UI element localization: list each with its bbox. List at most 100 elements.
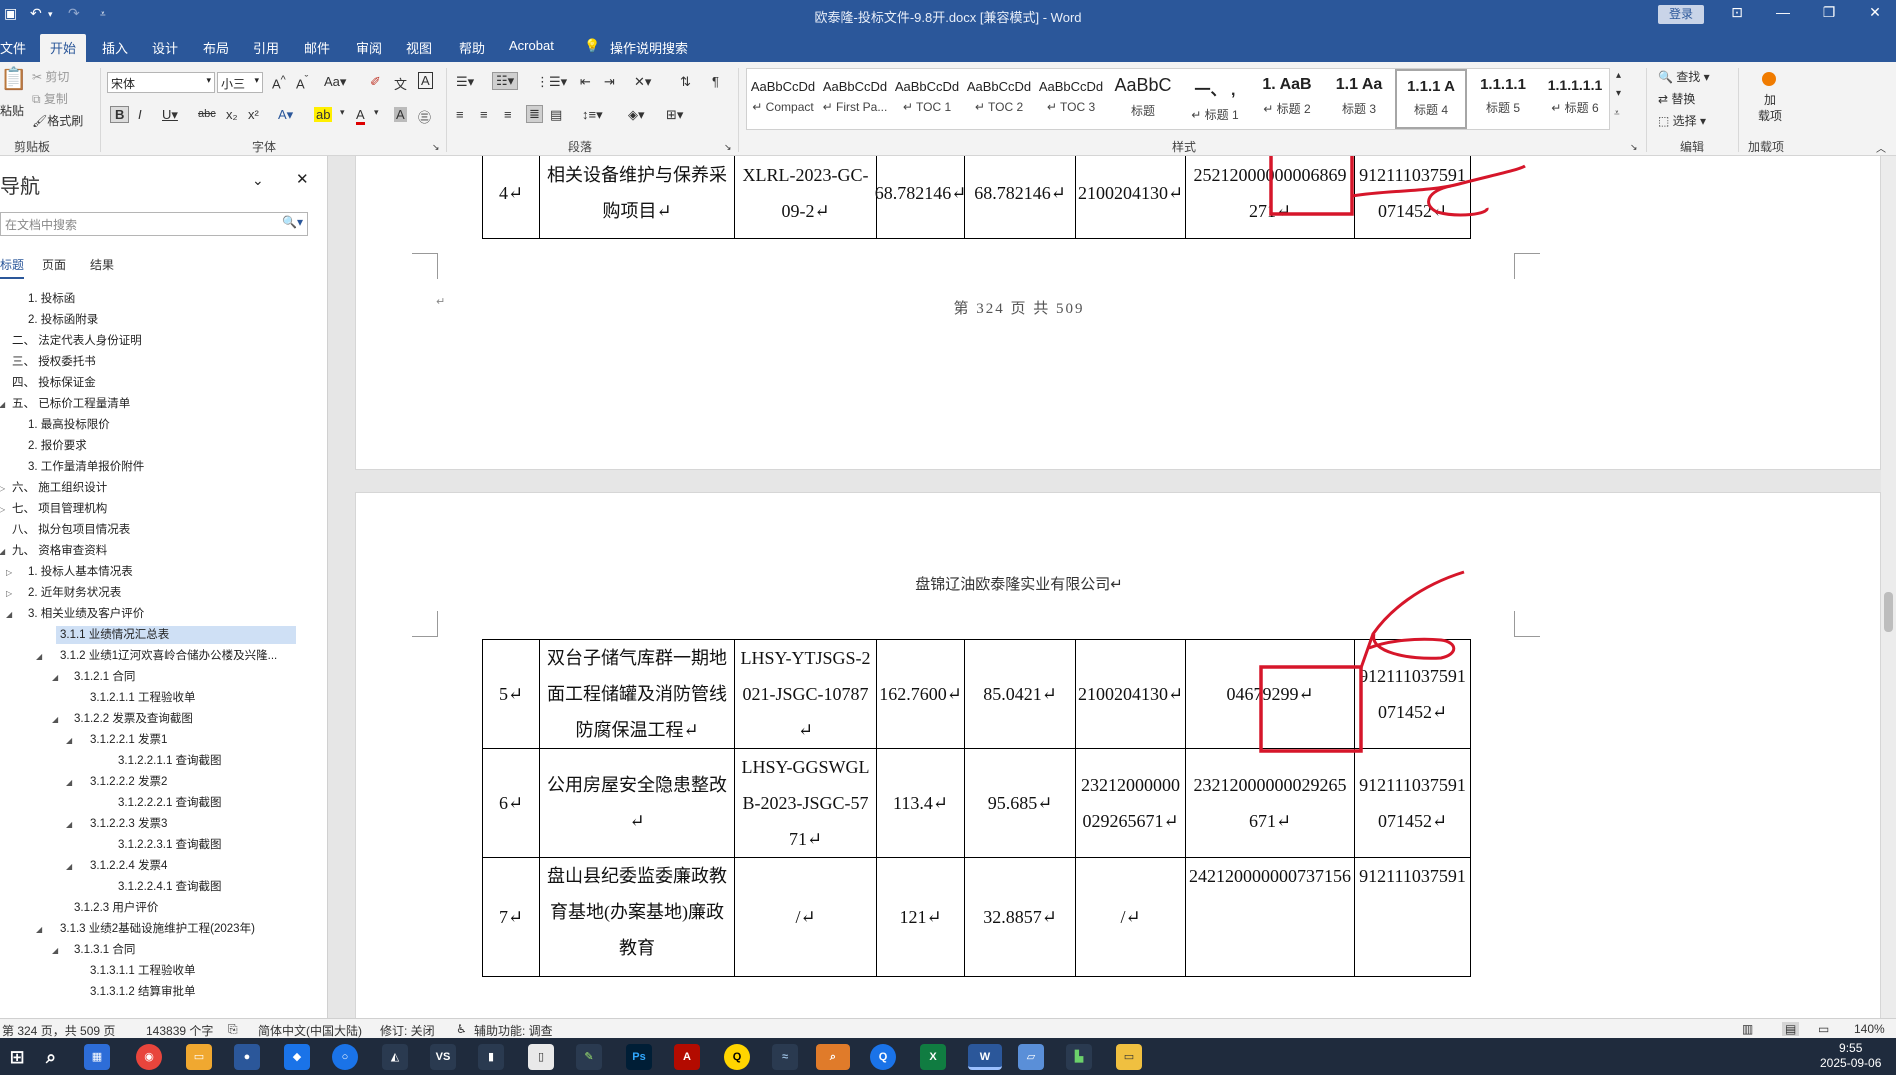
read-mode-icon[interactable]: ▥	[1742, 1022, 1753, 1036]
nav-heading-item[interactable]: 3. 工作量清单报价附件	[28, 458, 144, 476]
nav-heading-item[interactable]: 3.1.3.1.2 结算审批单	[90, 983, 195, 1001]
print-layout-icon[interactable]: ▤	[1782, 1022, 1800, 1036]
superscript-icon[interactable]: x²	[248, 107, 259, 122]
style-toc2[interactable]: AaBbCcDd ↵ TOC 2	[963, 69, 1035, 129]
nav-heading-item[interactable]: 3.1.2.2.3.1 查询截图	[118, 836, 222, 854]
nav-heading-item[interactable]: 1. 最高投标限价	[28, 416, 110, 434]
nav-heading-item[interactable]: 2. 报价要求	[28, 437, 87, 455]
ribbon-display-icon[interactable]: ⊡	[1722, 4, 1752, 21]
expanded-caret-icon[interactable]: ◢	[66, 778, 72, 787]
login-button[interactable]: 登录	[1658, 5, 1704, 24]
nav-heading-item[interactable]: 3.1.2.2.3 发票3	[90, 815, 167, 833]
expanded-caret-icon[interactable]: ◢	[6, 610, 12, 619]
line-spacing-icon[interactable]: ↕≡▾	[582, 107, 603, 123]
nav-heading-item[interactable]: 1. 投标人基本情况表	[28, 563, 133, 581]
tell-me-search[interactable]: 操作说明搜索	[610, 38, 688, 57]
chinese-layout-icon[interactable]: ✕▾	[634, 74, 651, 90]
expanded-caret-icon[interactable]: ◢	[0, 547, 5, 556]
style-title[interactable]: AaBbC 标题	[1107, 69, 1179, 129]
expanded-caret-icon[interactable]: ◢	[36, 925, 42, 934]
acrobat-icon[interactable]: A	[674, 1044, 700, 1070]
expanded-caret-icon[interactable]: ◢	[36, 652, 42, 661]
nav-heading-item[interactable]: 3.1.2.1 合同	[74, 668, 135, 686]
zoom-level[interactable]: 140%	[1854, 1022, 1885, 1036]
qq-icon[interactable]: Q	[724, 1044, 750, 1070]
multilevel-list-icon[interactable]: ⋮☰▾	[536, 74, 567, 90]
app-icon[interactable]: ⌕	[816, 1044, 850, 1070]
app-icon[interactable]: ●	[234, 1044, 260, 1070]
collapsed-caret-icon[interactable]: ▷	[6, 568, 12, 577]
style-heading6[interactable]: 1.1.1.1.1 ↵ 标题 6	[1539, 69, 1611, 129]
track-changes[interactable]: 修订: 关闭	[380, 1022, 435, 1039]
collapsed-caret-icon[interactable]: ▷	[0, 484, 5, 493]
phonetic-guide-icon[interactable]: 文	[394, 74, 407, 93]
file-explorer-icon[interactable]: ▭	[186, 1044, 212, 1070]
tab-references[interactable]: 引用	[253, 38, 279, 57]
nav-heading-item[interactable]: 3.1.2.3 用户评价	[74, 899, 158, 917]
align-left-icon[interactable]: ≡	[456, 107, 464, 122]
tab-help[interactable]: 帮助	[459, 38, 485, 57]
calculator-icon[interactable]: ▦	[84, 1044, 110, 1070]
clear-format-icon[interactable]: ✐	[370, 74, 381, 90]
web-layout-icon[interactable]: ▭	[1818, 1022, 1829, 1036]
tab-review[interactable]: 审阅	[356, 38, 382, 57]
bullets-icon[interactable]: ☰▾	[456, 74, 474, 90]
app-icon[interactable]: ✎	[576, 1044, 602, 1070]
expanded-caret-icon[interactable]: ◢	[66, 736, 72, 745]
dialog-launcher-icon[interactable]: ↘	[432, 142, 440, 153]
decrease-indent-icon[interactable]: ⇤	[580, 74, 591, 90]
chevron-down-icon[interactable]: ⌄	[252, 172, 264, 189]
nav-heading-item[interactable]: 3.1.1 业绩情况汇总表	[56, 626, 296, 644]
style-first-paragraph[interactable]: AaBbCcDd ↵ First Pa...	[819, 69, 891, 129]
bold-icon[interactable]: B	[110, 106, 130, 123]
chrome-icon[interactable]: ◉	[136, 1044, 162, 1070]
nav-heading-item[interactable]: 3.1.2.1.1 工程验收单	[90, 689, 195, 707]
text-effects-icon[interactable]: A▾	[278, 107, 293, 123]
close-icon[interactable]: ✕	[1860, 4, 1890, 21]
replace-button[interactable]: ⇄ 替换	[1658, 90, 1695, 107]
lightbulb-icon[interactable]: 💡	[584, 38, 600, 54]
expanded-caret-icon[interactable]: ◢	[0, 400, 5, 409]
collapsed-caret-icon[interactable]: ▷	[6, 589, 12, 598]
close-icon[interactable]: ✕	[296, 170, 309, 188]
chevron-down-icon[interactable]: ▾	[340, 107, 345, 118]
font-color-icon[interactable]: A	[356, 107, 365, 125]
app-icon[interactable]: ▮	[478, 1044, 504, 1070]
tab-design[interactable]: 设计	[152, 38, 178, 57]
app-icon[interactable]: ○	[332, 1044, 358, 1070]
collapsed-caret-icon[interactable]: ▷	[0, 505, 5, 514]
style-heading1[interactable]: 一、 , ↵ 标题 1	[1179, 69, 1251, 129]
dialog-launcher-icon[interactable]: ↘	[724, 142, 732, 153]
vs-icon[interactable]: VS	[430, 1044, 456, 1070]
nav-heading-item[interactable]: 六、 施工组织设计	[12, 479, 107, 497]
app-icon[interactable]: ◆	[284, 1044, 310, 1070]
nav-heading-item[interactable]: 3.1.2.2.2.1 查询截图	[118, 794, 222, 812]
expanded-caret-icon[interactable]: ◢	[52, 946, 58, 955]
paste-icon[interactable]: 📋	[0, 66, 27, 92]
minimize-icon[interactable]: —	[1768, 4, 1798, 20]
nav-heading-item[interactable]: 3.1.2.2.1.1 查询截图	[118, 752, 222, 770]
select-button[interactable]: ⬚ 选择 ▾	[1658, 112, 1706, 129]
maximize-icon[interactable]: ❐	[1814, 4, 1844, 21]
app-icon[interactable]: ◭	[382, 1044, 408, 1070]
nav-heading-item[interactable]: 2. 投标函附录	[28, 311, 98, 329]
gallery-more-icon[interactable]: ⩡	[1614, 108, 1620, 119]
cut-button[interactable]: ✂ 剪切	[32, 68, 69, 85]
document-icon[interactable]: ▯	[528, 1044, 554, 1070]
collapse-ribbon-icon[interactable]: ︿	[1876, 140, 1886, 155]
addins-icon[interactable]	[1762, 72, 1776, 86]
increase-indent-icon[interactable]: ⇥	[604, 74, 615, 90]
font-size-combo[interactable]: 小三 ▾	[217, 72, 263, 93]
grow-font-icon[interactable]: A^	[272, 74, 286, 91]
distributed-icon[interactable]: ▤	[550, 107, 562, 123]
tab-acrobat[interactable]: Acrobat	[509, 38, 554, 53]
chevron-down-icon[interactable]: ▾	[374, 107, 379, 118]
gallery-scroll-up-icon[interactable]: ▴	[1616, 70, 1621, 81]
style-heading5[interactable]: 1.1.1.1 标题 5	[1467, 69, 1539, 129]
nav-heading-item[interactable]: 八、 拟分包项目情况表	[12, 521, 130, 539]
app-icon[interactable]: ▱	[1018, 1044, 1044, 1070]
tab-view[interactable]: 视图	[406, 38, 432, 57]
format-painter-button[interactable]: 🖌格式刷	[32, 112, 83, 129]
strikethrough-icon[interactable]: abc	[198, 108, 216, 120]
nav-heading-item[interactable]: 三、 授权委托书	[12, 353, 96, 371]
